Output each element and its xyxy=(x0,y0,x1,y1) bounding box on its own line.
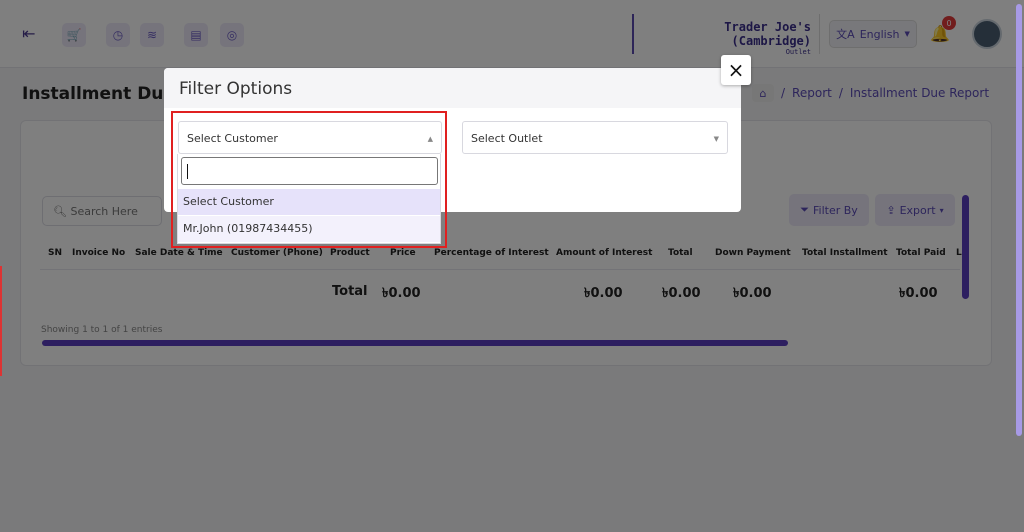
outlet-select-value: Select Outlet xyxy=(471,132,543,145)
edge-marker xyxy=(0,266,2,376)
outlet-select[interactable]: Select Outlet ▼ xyxy=(462,121,728,154)
highlight-box xyxy=(171,111,447,248)
modal-header: Filter Options xyxy=(164,68,741,108)
modal-title: Filter Options xyxy=(179,79,293,99)
caret-down-icon: ▼ xyxy=(713,135,719,143)
page-scrollbar[interactable] xyxy=(1016,4,1022,436)
close-button[interactable]: × xyxy=(721,55,751,85)
